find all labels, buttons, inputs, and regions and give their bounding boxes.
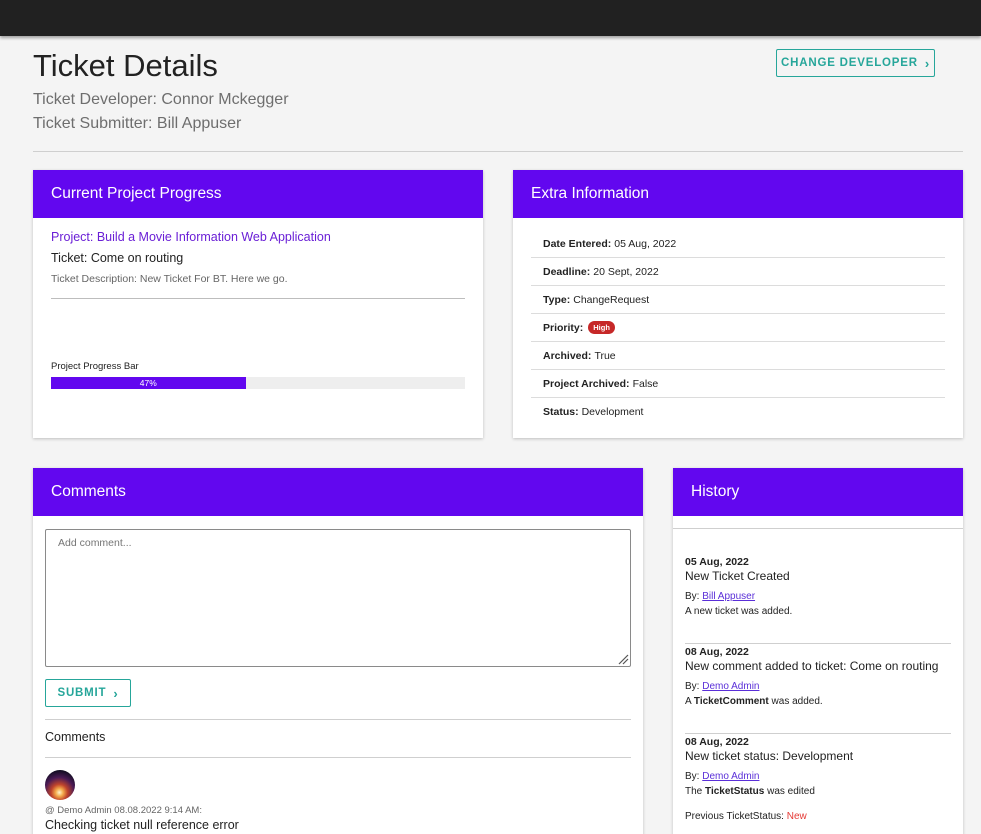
ticket-submitter-label: Ticket Submitter: [33, 115, 153, 132]
info-key: Status: [543, 406, 579, 418]
submit-label: SUBMIT [57, 687, 107, 699]
info-key: Archived: [543, 349, 592, 362]
priority-badge: High [588, 321, 615, 334]
history-card: History 05 Aug, 2022 New Ticket Created … [673, 468, 963, 834]
history-date: 08 Aug, 2022 [685, 646, 749, 658]
history-by-label: By: [685, 771, 700, 782]
change-developer-button[interactable]: CHANGE DEVELOPER › [776, 49, 935, 77]
history-title: New comment added to ticket: Come on rou… [685, 659, 939, 673]
progress-bar-fill: 47% [51, 377, 246, 389]
top-navbar [0, 0, 981, 36]
history-divider [673, 528, 963, 529]
chevron-right-icon: › [924, 55, 930, 71]
history-list: 05 Aug, 2022 New Ticket Created By: Bill… [685, 554, 951, 824]
history-description: The TicketStatus was edited [685, 786, 815, 797]
chevron-right-icon: › [113, 685, 119, 701]
history-description: A TicketComment was added. [685, 696, 823, 707]
history-item: 08 Aug, 2022 New ticket status: Developm… [685, 734, 951, 824]
history-user-link[interactable]: Demo Admin [702, 771, 759, 782]
project-progress-card-title: Current Project Progress [33, 170, 483, 218]
progress-bar-text: 47% [139, 378, 157, 388]
extra-information-list: Date Entered: 05 Aug, 2022 Deadline: 20 … [531, 230, 945, 426]
history-by: By: Demo Admin [685, 681, 759, 692]
history-desc-entity: TicketStatus [705, 786, 765, 797]
history-desc-suffix: was added. [771, 696, 823, 707]
history-by-label: By: [685, 591, 700, 602]
comments-card-title: Comments [33, 468, 643, 516]
info-value: False [632, 377, 659, 390]
extra-information-card: Extra Information Date Entered: 05 Aug, … [513, 170, 963, 438]
history-desc-prefix: The [685, 786, 703, 797]
comment-meta: @ Demo Admin 08.08.2022 9:14 AM: [45, 805, 202, 816]
history-date: 08 Aug, 2022 [685, 736, 749, 748]
progress-bar-label: Project Progress Bar [51, 361, 139, 372]
ticket-submitter: Ticket Submitter: Bill Appuser [33, 115, 241, 133]
previous-status-label: Previous TicketStatus: [685, 811, 784, 822]
history-desc-entity: TicketComment [693, 696, 769, 707]
avatar [45, 770, 75, 800]
comments-list-heading: Comments [45, 730, 106, 744]
ticket-description: Ticket Description: New Ticket For BT. H… [51, 273, 288, 285]
previous-status-value: New [786, 811, 807, 822]
info-value: 05 Aug, 2022 [614, 237, 677, 250]
info-key: Project Archived: [543, 377, 630, 390]
info-row-deadline: Deadline: 20 Sept, 2022 [531, 258, 945, 286]
info-row-date-entered: Date Entered: 05 Aug, 2022 [531, 230, 945, 258]
info-value: Development [581, 406, 644, 418]
history-card-title: History [673, 468, 963, 516]
history-description: A new ticket was added. [685, 606, 793, 617]
info-row-status: Status: Development [531, 398, 945, 426]
comments-card: Comments SUBMIT › Comments @ Demo Admin … [33, 468, 643, 834]
ticket-submitter-name: Bill Appuser [156, 115, 242, 132]
history-by: By: Bill Appuser [685, 591, 755, 602]
header-divider [33, 151, 963, 152]
info-row-type: Type: ChangeRequest [531, 286, 945, 314]
history-by: By: Demo Admin [685, 771, 759, 782]
history-by-label: By: [685, 681, 700, 692]
history-date: 05 Aug, 2022 [685, 556, 749, 568]
ticket-developer-label: Ticket Developer: [33, 91, 157, 108]
project-progress-bar: 47% [51, 377, 465, 389]
info-row-archived: Archived: True [531, 342, 945, 370]
history-title: New ticket status: Development [685, 749, 854, 763]
info-value: 20 Sept, 2022 [593, 265, 659, 278]
progress-card-divider [51, 298, 465, 299]
project-link[interactable]: Project: Build a Movie Information Web A… [51, 230, 331, 244]
comments-divider [45, 719, 631, 720]
info-key: Type: [543, 293, 571, 306]
ticket-developer-name: Connor Mckegger [161, 91, 289, 108]
ticket-developer: Ticket Developer: Connor Mckegger [33, 91, 289, 109]
extra-information-card-title: Extra Information [513, 170, 963, 218]
project-progress-card: Current Project Progress Project: Build … [33, 170, 483, 438]
comment-text: Checking ticket null reference error [45, 818, 239, 832]
comments-divider [45, 757, 631, 758]
info-key: Priority: [543, 321, 584, 334]
add-comment-textarea[interactable] [45, 529, 631, 667]
history-item: 08 Aug, 2022 New comment added to ticket… [685, 644, 951, 734]
history-user-link[interactable]: Demo Admin [702, 681, 759, 692]
info-value: True [594, 349, 616, 362]
info-key: Date Entered: [543, 237, 612, 250]
history-item: 05 Aug, 2022 New Ticket Created By: Bill… [685, 554, 951, 644]
submit-comment-button[interactable]: SUBMIT › [45, 679, 131, 707]
history-previous-status: Previous TicketStatus: New [685, 811, 807, 822]
history-user-link[interactable]: Bill Appuser [702, 591, 755, 602]
history-title: New Ticket Created [685, 569, 790, 583]
info-value: ChangeRequest [573, 293, 650, 306]
history-desc-suffix: was edited [767, 786, 815, 797]
history-desc-prefix: A [685, 696, 692, 707]
info-key: Deadline: [543, 265, 591, 278]
info-row-project-archived: Project Archived: False [531, 370, 945, 398]
page-title: Ticket Details [33, 48, 218, 83]
ticket-title: Ticket: Come on routing [51, 251, 184, 265]
resize-handle-icon[interactable] [617, 653, 629, 665]
info-row-priority: Priority: High [531, 314, 945, 342]
change-developer-label: CHANGE DEVELOPER [781, 57, 918, 69]
